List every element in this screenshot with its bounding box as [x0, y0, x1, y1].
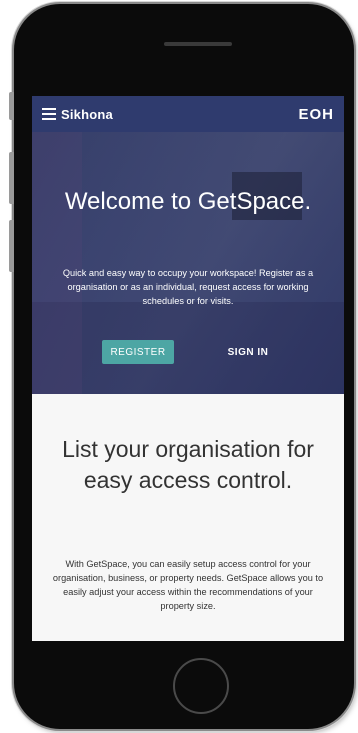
phone-screen: Sikhona EOH Welcome to GetSpace. Quick a… — [32, 96, 344, 641]
sign-in-button[interactable]: SIGN IN — [212, 340, 284, 364]
brand-name[interactable]: Sikhona — [61, 107, 113, 122]
section-title: List your organisation for easy access c… — [62, 436, 314, 493]
info-section: List your organisation for easy access c… — [32, 394, 344, 641]
volume-up-button — [9, 152, 14, 204]
section-description: With GetSpace, you can easily setup acce… — [52, 559, 324, 611]
register-button[interactable]: REGISTER — [102, 340, 174, 364]
speaker-grille — [164, 42, 232, 46]
top-app-bar: Sikhona EOH — [32, 96, 344, 132]
hero-description: Quick and easy way to occupy your worksp… — [62, 268, 314, 306]
eoh-logo: EOH — [298, 106, 334, 123]
home-button[interactable] — [173, 658, 229, 714]
mute-switch — [9, 92, 14, 120]
hero-title: Welcome to GetSpace. — [64, 188, 312, 215]
hero-banner: Welcome to GetSpace. Quick and easy way … — [32, 132, 344, 394]
hero-background-panel — [32, 132, 82, 394]
hamburger-menu-icon[interactable] — [42, 108, 56, 120]
volume-down-button — [9, 220, 14, 272]
